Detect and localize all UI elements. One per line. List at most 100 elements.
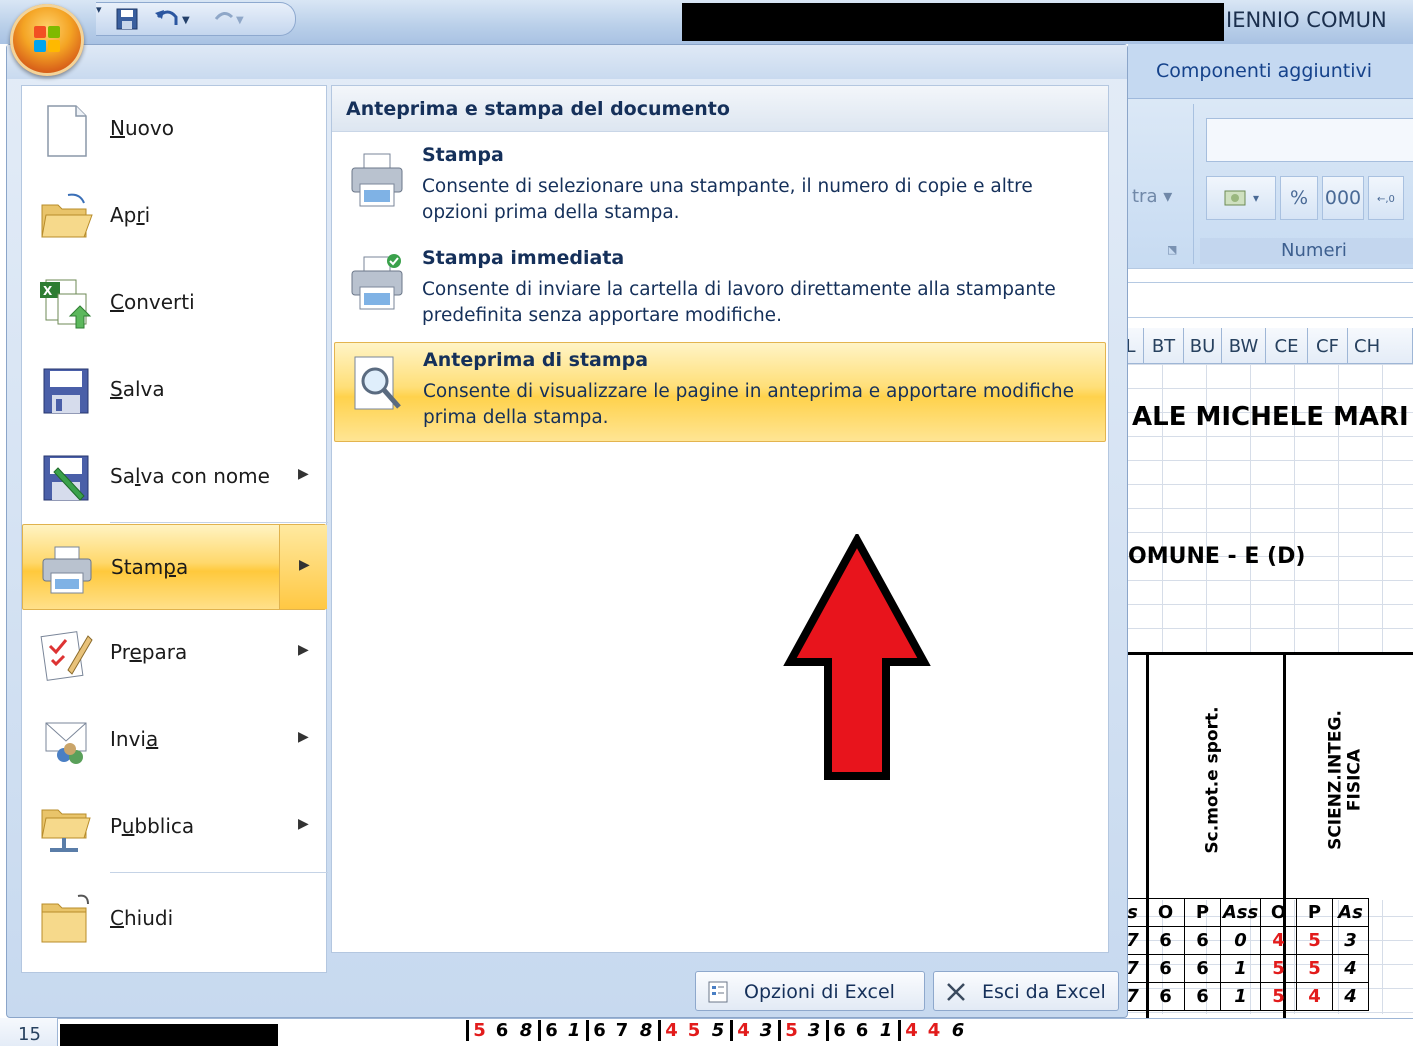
column-header[interactable]: BU [1184, 328, 1222, 364]
office-button[interactable] [10, 4, 84, 76]
tab-addins[interactable]: Componenti aggiuntivi [1156, 60, 1372, 82]
menu-item-stampa[interactable]: Stampa ▶ [22, 524, 327, 610]
redacted-cell [60, 1024, 278, 1046]
ribbon-partial-label[interactable]: tra ▾ [1132, 186, 1172, 207]
save-icon[interactable] [114, 7, 140, 31]
submenu-item-description: Consente di visualizzare le pagine in an… [423, 381, 1075, 428]
table-cell[interactable]: 4 [1296, 982, 1333, 1011]
submenu-item-stampa-immediata[interactable]: Stampa immediata Consente di inviare la … [334, 241, 1106, 341]
svg-text:▼: ▼ [182, 15, 190, 26]
submenu-item-stampa[interactable]: Stampa Consente di selezionare una stamp… [334, 138, 1106, 238]
submenu-item-title: Anteprima di stampa [423, 349, 649, 371]
table-cell[interactable]: O [1260, 898, 1297, 927]
menu-item-salva[interactable]: Salva [22, 347, 328, 433]
table-cell[interactable]: 4 [1332, 982, 1369, 1011]
table-row: 7660453 [1118, 926, 1369, 955]
table-cell[interactable]: 5 [1296, 954, 1333, 983]
send-icon [45, 722, 87, 764]
svg-text:▼: ▼ [236, 15, 244, 26]
table-cell[interactable]: 1 [1220, 982, 1261, 1011]
currency-icon [1224, 190, 1246, 206]
menu-item-label: Invia [110, 727, 159, 751]
menu-item-apri[interactable]: Apri [22, 173, 328, 259]
svg-text:X: X [43, 284, 53, 298]
grades-table: s O P Ass O P As 7660453 7661554 7661544 [1118, 898, 1369, 1011]
submenu-item-title: Stampa [422, 144, 504, 166]
new-document-icon [47, 105, 87, 157]
printer-icon [351, 153, 403, 207]
prepare-icon [40, 631, 93, 681]
options-icon [708, 981, 728, 1003]
submenu-arrow-icon: ▶ [298, 729, 309, 745]
menu-item-label: Chiudi [110, 906, 174, 930]
table-cell[interactable]: As [1332, 898, 1369, 927]
submenu-item-anteprima-di-stampa[interactable]: Anteprima di stampa Consente di visualiz… [334, 342, 1106, 442]
number-format-dropdown[interactable] [1206, 118, 1413, 162]
office-menu-commands: Nuovo Apri X Converti Salva Salva con no… [21, 85, 328, 973]
table-cell[interactable]: 5 [1260, 982, 1297, 1011]
submenu-item-description: Consente di inviare la cartella di lavor… [422, 279, 1056, 326]
table-row: s O P Ass O P As [1118, 898, 1369, 927]
menu-item-label: Pubblica [110, 814, 195, 838]
column-header[interactable]: CF [1308, 328, 1348, 364]
table-cell[interactable]: 6 [1146, 982, 1185, 1011]
menu-item-pubblica[interactable]: Pubblica ▶ [22, 784, 328, 870]
submenu-arrow-icon: ▶ [298, 642, 309, 658]
sheet-subtitle-cell[interactable]: OMUNE - E (D) [1128, 544, 1305, 569]
formula-bar[interactable] [1128, 282, 1413, 318]
column-header[interactable]: CE [1266, 328, 1308, 364]
printer-icon [42, 546, 92, 594]
subject-header-cell[interactable]: Sc.mot.e sport. [1168, 690, 1258, 870]
table-cell[interactable]: 0 [1220, 926, 1261, 955]
column-header[interactable]: BW [1222, 328, 1266, 364]
table-cell[interactable]: 4 [1332, 954, 1369, 983]
increase-decimal-button[interactable]: ←,0 [1368, 176, 1404, 220]
table-cell[interactable]: P [1184, 898, 1221, 927]
table-cell[interactable]: 4 [1260, 926, 1297, 955]
table-cell[interactable]: 5 [1260, 954, 1297, 983]
save-icon [43, 368, 89, 414]
menu-item-nuovo[interactable]: Nuovo [22, 86, 328, 172]
subject-header-cell[interactable]: SCIENZ.INTEG. FISICA [1300, 690, 1390, 870]
svg-text:←,0: ←,0 [1377, 194, 1395, 205]
table-cell[interactable]: 5 [1296, 926, 1333, 955]
accounting-format-button[interactable]: ▾ [1206, 176, 1276, 220]
office-menu: Nuovo Apri X Converti Salva Salva con no… [6, 44, 1128, 1018]
table-cell[interactable]: O [1146, 898, 1185, 927]
table-cell[interactable]: 6 [1146, 954, 1185, 983]
percent-button[interactable]: % [1280, 176, 1318, 220]
sheet-title-cell[interactable]: ALE MICHELE MARI [1132, 402, 1409, 432]
submenu-arrow-icon: ▶ [299, 557, 310, 573]
ribbon-group-partial [1128, 104, 1194, 264]
submenu-arrow-icon: ▶ [298, 816, 309, 832]
submenu-title: Anteprima e stampa del documento [346, 98, 730, 120]
number-buttons-row: ▾ % 000 ←,0 [1206, 176, 1404, 220]
table-cell[interactable]: 6 [1184, 982, 1221, 1011]
table-row: 7661544 [1118, 982, 1369, 1011]
table-cell[interactable]: 6 [1184, 926, 1221, 955]
undo-icon[interactable]: ▼ [154, 7, 190, 31]
column-header[interactable]: CH [1348, 328, 1413, 364]
table-cell[interactable]: 6 [1146, 926, 1185, 955]
column-header[interactable]: BT [1144, 328, 1184, 364]
menu-item-converti[interactable]: X Converti [22, 260, 328, 346]
menu-top-strip [7, 45, 1127, 79]
menu-item-salva-con-nome[interactable]: Salva con nome ▶ [22, 434, 328, 520]
table-cell[interactable]: 6 [1184, 954, 1221, 983]
table-cell[interactable]: P [1296, 898, 1333, 927]
print-preview-icon [354, 356, 401, 410]
menu-item-invia[interactable]: Invia ▶ [22, 697, 328, 783]
customize-toolbar-icon[interactable]: ▾ [96, 3, 110, 17]
exit-excel-button[interactable]: Esci da Excel [933, 971, 1119, 1011]
button-label: Opzioni di Excel [744, 981, 895, 1003]
table-cell[interactable]: 1 [1220, 954, 1261, 983]
menu-item-prepara[interactable]: Prepara ▶ [22, 610, 328, 696]
excel-options-button[interactable]: Opzioni di Excel [695, 971, 925, 1011]
menu-item-chiudi[interactable]: Chiudi [22, 876, 328, 962]
table-cell[interactable]: Ass [1220, 898, 1261, 927]
table-cell[interactable]: 3 [1332, 926, 1369, 955]
row-header[interactable]: 15 [0, 1018, 58, 1046]
redo-icon[interactable]: ▼ [212, 7, 244, 31]
dialog-launcher-icon[interactable]: ⬔ [1167, 243, 1177, 256]
thousands-separator-button[interactable]: 000 [1322, 176, 1364, 220]
